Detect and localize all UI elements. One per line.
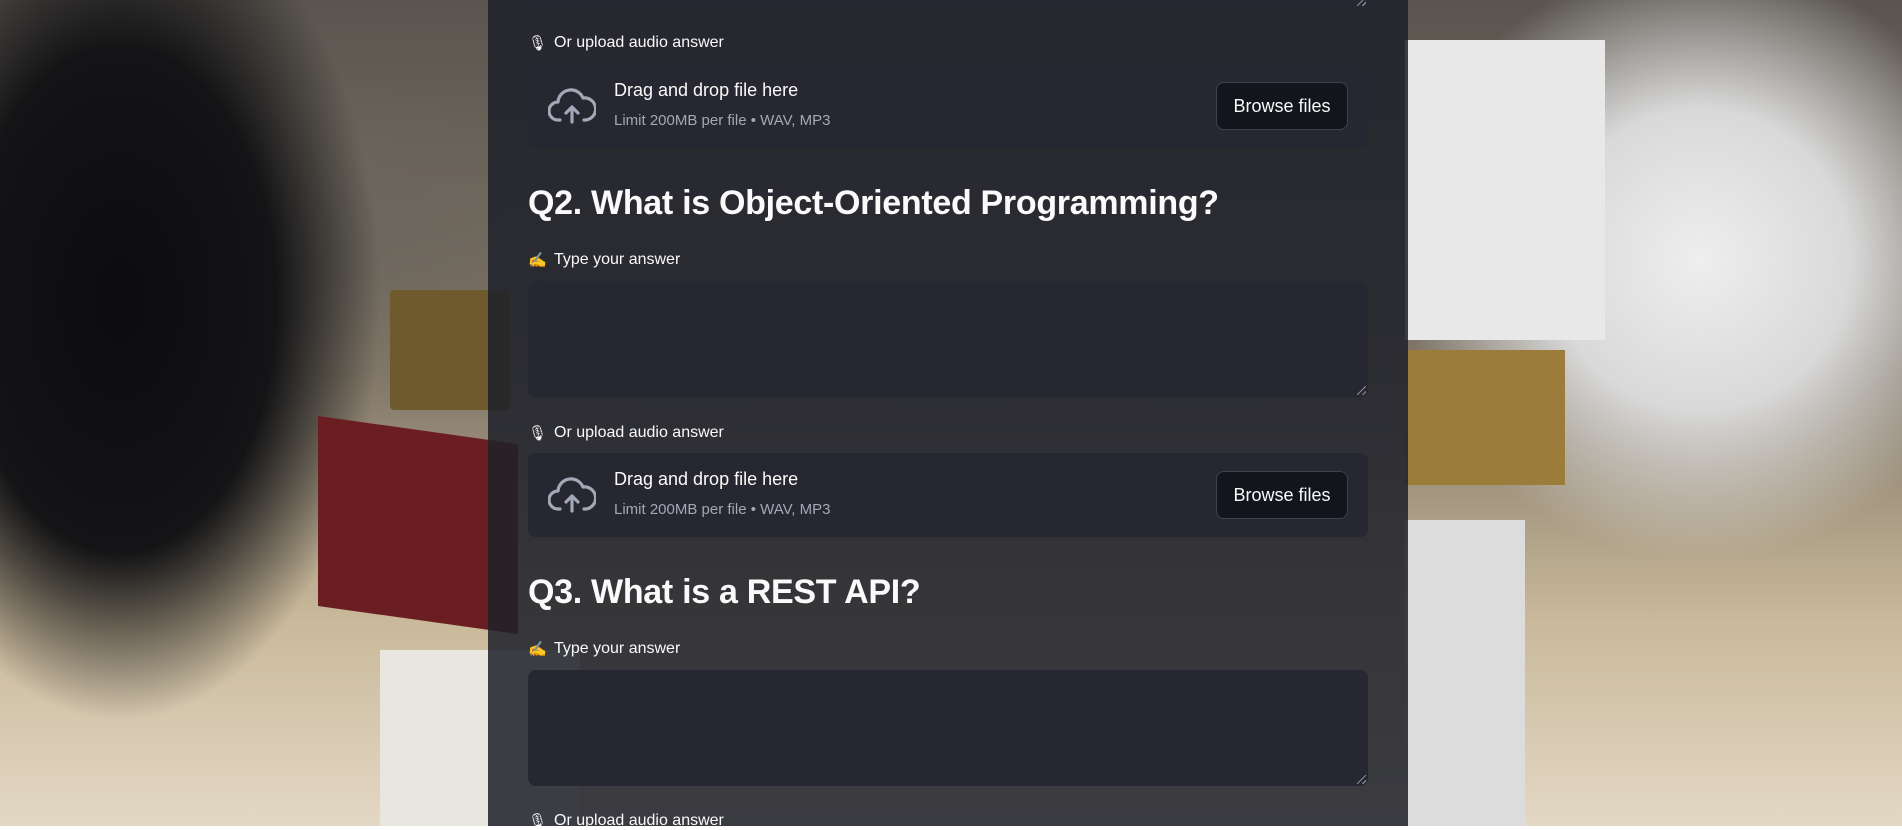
dropzone-limit: Limit 200MB per file • WAV, MP3 <box>614 501 831 518</box>
dropzone-limit: Limit 200MB per file • WAV, MP3 <box>614 112 831 129</box>
cloud-upload-icon <box>548 477 596 513</box>
upload-audio-label-q2: 🎙 Or upload audio answer <box>528 424 724 442</box>
writing-hand-icon: ✍ <box>528 641 547 658</box>
dropzone-title: Drag and drop file here <box>614 469 799 489</box>
cloud-upload-icon <box>548 88 596 124</box>
resize-grip-icon[interactable] <box>1357 386 1366 395</box>
microphone-icon: 🎙 <box>528 813 548 830</box>
answer-textarea-q2[interactable] <box>528 281 1368 397</box>
file-uploader-q2[interactable]: Drag and drop file here Limit 200MB per … <box>528 453 1368 537</box>
interview-form: 🎙 Or upload audio answer Drag and drop f… <box>528 0 1368 830</box>
upload-audio-label-q3: 🎙 Or upload audio answer <box>528 812 724 830</box>
answer-textarea-q3[interactable] <box>528 670 1368 786</box>
answer-textarea-q1[interactable] <box>528 0 1368 8</box>
microphone-icon: 🎙 <box>528 35 548 52</box>
background-book-right-gold <box>1405 350 1565 485</box>
dropzone-title: Drag and drop file here <box>614 80 799 100</box>
upload-audio-label-q1: 🎙 Or upload audio answer <box>528 34 724 52</box>
resize-grip-icon[interactable] <box>1357 775 1366 784</box>
type-answer-label-q2: ✍ Type your answer <box>528 251 681 269</box>
writing-hand-icon: ✍ <box>528 252 547 269</box>
microphone-icon: 🎙 <box>528 425 548 442</box>
question-title-q3: Q3. What is a REST API? <box>528 573 921 611</box>
background-book-right-lower <box>1405 520 1525 826</box>
resize-grip-icon[interactable] <box>1357 0 1366 6</box>
file-uploader-q1[interactable]: Drag and drop file here Limit 200MB per … <box>528 64 1368 148</box>
browse-files-button[interactable]: Browse files <box>1216 82 1348 130</box>
type-answer-label-q3: ✍ Type your answer <box>528 640 681 658</box>
background-book-right-white <box>1405 40 1605 340</box>
browse-files-button[interactable]: Browse files <box>1216 471 1348 519</box>
question-title-q2: Q2. What is Object-Oriented Programming? <box>528 184 1219 222</box>
